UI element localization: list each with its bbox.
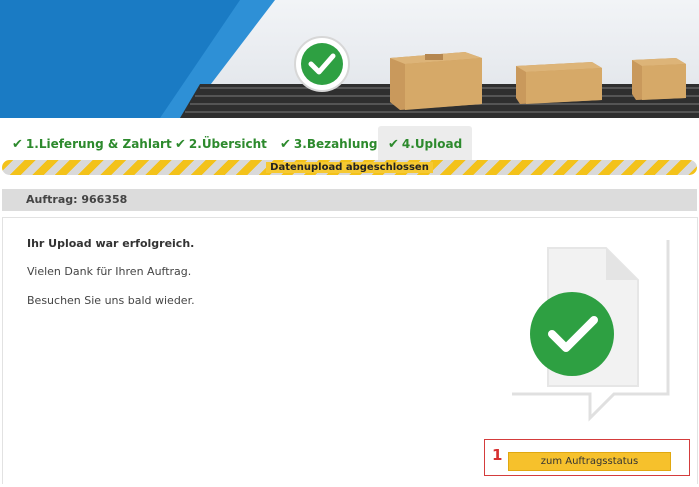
tab-lieferung[interactable]: ✔ 1.Lieferung & Zahlart bbox=[12, 126, 172, 160]
check-icon: ✔ bbox=[280, 137, 291, 152]
tab-label: 2.Übersicht bbox=[188, 137, 267, 151]
tab-bezahlung[interactable]: ✔ 3.Bezahlung bbox=[280, 126, 378, 160]
tab-label: 1.Lieferung & Zahlart bbox=[25, 137, 172, 151]
order-number: Auftrag: 966358 bbox=[26, 193, 128, 206]
annotation-marker: 1 bbox=[492, 446, 503, 464]
visit-text: Besuchen Sie uns bald wieder. bbox=[27, 294, 195, 307]
check-icon: ✔ bbox=[388, 137, 399, 152]
order-status-button[interactable]: zum Auftragsstatus bbox=[508, 452, 671, 471]
progress-label: Datenupload abgeschlossen bbox=[266, 162, 433, 173]
success-title: Ihr Upload war erfolgreich. bbox=[27, 237, 195, 250]
tab-label: 4.Upload bbox=[401, 137, 463, 151]
header-banner bbox=[0, 0, 699, 118]
checkout-steps: ✔ 1.Lieferung & Zahlart ✔ 2.Übersicht ✔ 3.B… bbox=[0, 126, 699, 160]
thanks-text: Vielen Dank für Ihren Auftrag. bbox=[27, 265, 192, 278]
check-icon: ✔ bbox=[12, 137, 23, 152]
check-icon: ✔ bbox=[175, 137, 186, 152]
tab-upload[interactable]: ✔ 4.Upload bbox=[378, 126, 473, 160]
order-header: Auftrag: 966358 bbox=[2, 189, 697, 211]
progress-bar: Datenupload abgeschlossen bbox=[2, 160, 697, 175]
tab-label: 3.Bezahlung bbox=[293, 137, 378, 151]
conveyor-illustration bbox=[180, 36, 699, 118]
tab-uebersicht[interactable]: ✔ 2.Übersicht bbox=[175, 126, 267, 160]
upload-success-illustration bbox=[512, 240, 670, 422]
